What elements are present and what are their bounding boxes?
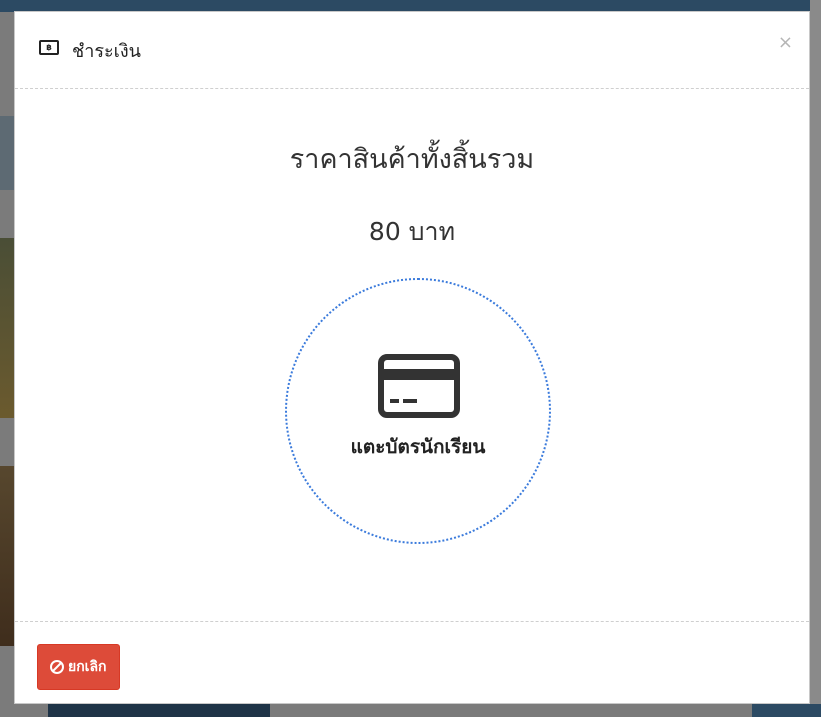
close-icon[interactable]: × xyxy=(778,34,793,52)
cancel-button-label: ยกเลิก xyxy=(68,659,107,675)
tap-card-area[interactable]: แตะบัตรนักเรียน xyxy=(285,278,551,544)
total-price-amount: 80 บาท xyxy=(368,217,456,246)
modal-title: ชำระเงิน xyxy=(72,41,141,62)
background-right-edge xyxy=(810,0,821,717)
tap-card-label: แตะบัตรนักเรียน xyxy=(350,436,486,458)
background-footer-block xyxy=(752,704,821,717)
modal-footer: ยกเลิก xyxy=(15,621,809,705)
ban-icon xyxy=(50,660,64,674)
money-bill-icon: ฿ xyxy=(39,40,59,55)
total-price-label: ราคาสินค้าทั้งสิ้นรวม xyxy=(289,144,535,175)
cancel-button[interactable]: ยกเลิก xyxy=(37,644,120,690)
modal-body: ราคาสินค้าทั้งสิ้นรวม 80 บาท แตะบัตรนักเ… xyxy=(15,89,809,621)
credit-card-icon xyxy=(378,354,460,418)
background-button xyxy=(48,704,270,717)
background-product-image xyxy=(0,466,14,646)
payment-modal: ฿ ชำระเงิน × ราคาสินค้าทั้งสิ้นรวม 80 บา… xyxy=(14,11,810,704)
background-product-image xyxy=(0,238,14,418)
modal-header: ฿ ชำระเงิน × xyxy=(15,12,809,89)
